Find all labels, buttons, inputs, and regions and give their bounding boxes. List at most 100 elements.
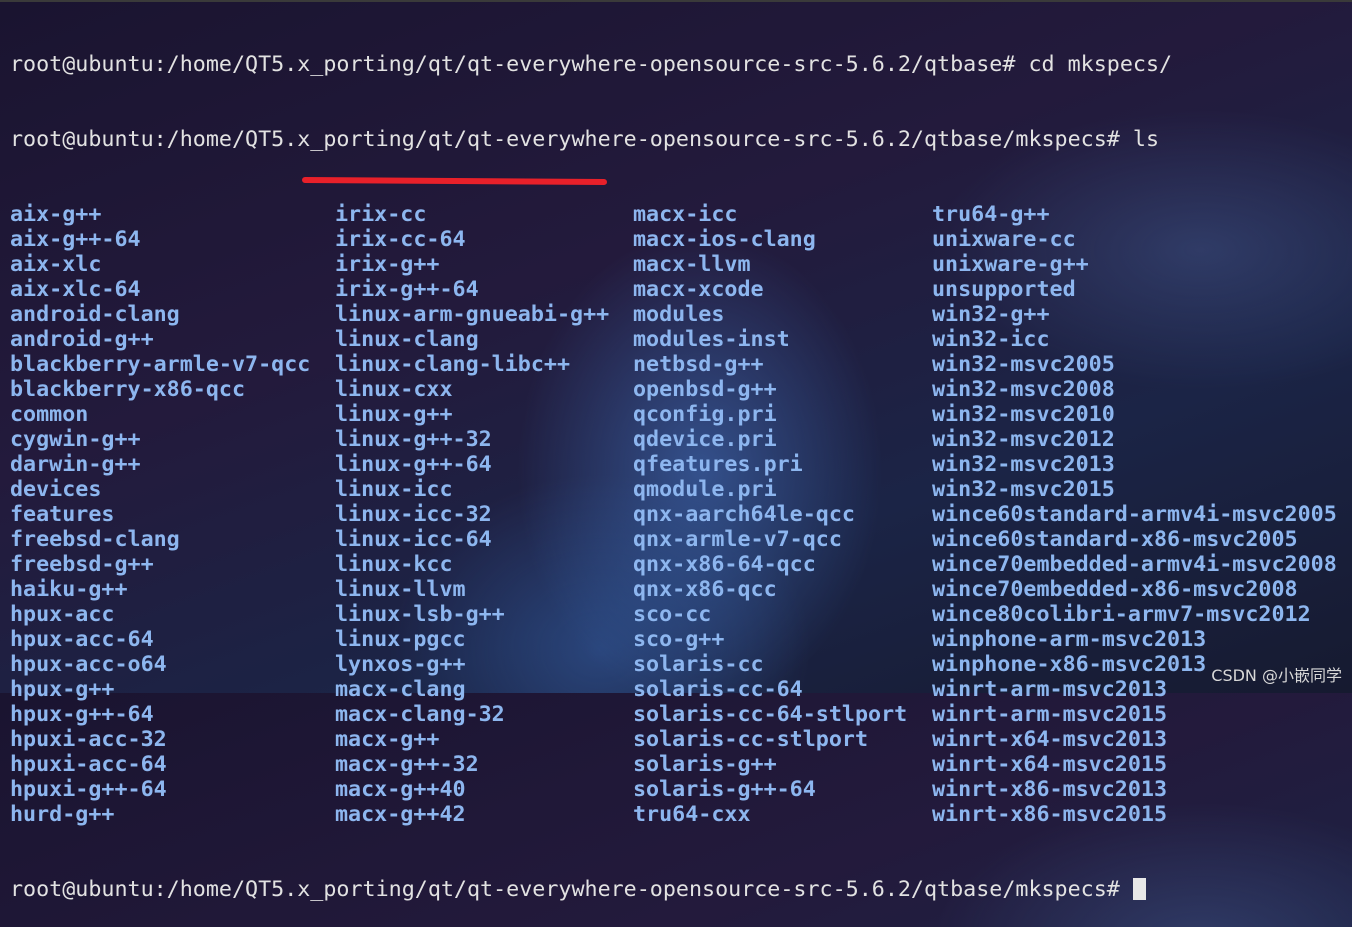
ls-entry: hpux-acc-64 xyxy=(10,627,154,652)
ls-entry: sco-g++ xyxy=(633,627,725,652)
ls-row: freebsd-clang linux-icc-64 qnx-armle-v7-qc… xyxy=(10,527,1352,552)
ls-row: hpuxi-acc-64 macx-g++-32 solaris-g++ winrt-… xyxy=(10,752,1352,777)
ls-row: hpux-acc-64 linux-pgcc sco-g++ winphone-arm… xyxy=(10,627,1352,652)
ls-entry: qconfig.pri xyxy=(633,402,777,427)
ls-entry: hpux-acc-o64 xyxy=(10,652,167,677)
ls-entry: hurd-g++ xyxy=(10,802,115,827)
ls-row: blackberry-armle-v7-qcc linux-clang-libc+… xyxy=(10,352,1352,377)
ls-entry: aix-xlc-64 xyxy=(10,277,141,302)
ls-entry: wince60standard-x86-msvc2005 xyxy=(932,527,1298,552)
ls-entry: aix-xlc xyxy=(10,252,102,277)
ls-row: cygwin-g++ linux-g++-32 qdevice.pri win32-m… xyxy=(10,427,1352,452)
ls-entry: win32-msvc2012 xyxy=(932,427,1115,452)
ls-entry: solaris-g++-64 xyxy=(633,777,816,802)
ls-entry: linux-lsb-g++ xyxy=(335,602,505,627)
ls-entry: irix-g++ xyxy=(335,252,440,277)
ls-entry: hpuxi-acc-64 xyxy=(10,752,167,777)
ls-entry: qnx-armle-v7-qcc xyxy=(633,527,842,552)
ls-entry: macx-xcode xyxy=(633,277,764,302)
ls-entry: modules-inst xyxy=(633,327,790,352)
ls-entry: lynxos-g++ xyxy=(335,652,466,677)
ls-entry: winrt-x86-msvc2013 xyxy=(932,777,1168,802)
ls-row: android-clang linux-arm-gnueabi-g++ module… xyxy=(10,302,1352,327)
ls-entry: qfeatures.pri xyxy=(633,452,803,477)
ls-entry: features xyxy=(10,502,115,527)
ls-entry: macx-g++-32 xyxy=(335,752,479,777)
ls-entry: macx-clang-32 xyxy=(335,702,505,727)
ls-entry: cygwin-g++ xyxy=(10,427,141,452)
ls-entry: linux-cxx xyxy=(335,377,453,402)
ls-row: features linux-icc-32 qnx-aarch64le-qcc win… xyxy=(10,502,1352,527)
ls-entry: hpux-g++-64 xyxy=(10,702,154,727)
ls-row: haiku-g++ linux-llvm qnx-x86-qcc wince70emb… xyxy=(10,577,1352,602)
terminal-output[interactable]: root@ubuntu:/home/QT5.x_porting/qt/qt-ev… xyxy=(10,2,1352,927)
ls-entry: hpux-g++ xyxy=(10,677,115,702)
ls-row: hurd-g++ macx-g++42 tru64-cxx winrt-x86-msv… xyxy=(10,802,1352,827)
ls-row: devices linux-icc qmodule.pri win32-msvc201… xyxy=(10,477,1352,502)
ls-entry: blackberry-armle-v7-qcc xyxy=(10,352,311,377)
ls-entry: unixware-cc xyxy=(932,227,1076,252)
ls-row: common linux-g++ qconfig.pri win32-msvc2010 xyxy=(10,402,1352,427)
ls-entry: hpux-acc xyxy=(10,602,115,627)
ls-row: hpux-acc linux-lsb-g++ sco-cc wince80colibr… xyxy=(10,602,1352,627)
ls-entry: hpuxi-g++-64 xyxy=(10,777,167,802)
ls-entry: winrt-x86-msvc2015 xyxy=(932,802,1168,827)
text-cursor xyxy=(1132,878,1146,900)
ls-entry: linux-clang xyxy=(335,327,479,352)
ls-row: aix-xlc-64 irix-g++-64 macx-xcode unsupport… xyxy=(10,277,1352,302)
ls-entry: win32-g++ xyxy=(932,302,1050,327)
ls-row: android-g++ linux-clang modules-inst win32-… xyxy=(10,327,1352,352)
ls-entry: linux-g++-64 xyxy=(335,452,492,477)
ls-entry: linux-pgcc xyxy=(335,627,466,652)
ls-entry: macx-g++ xyxy=(335,727,440,752)
ls-entry: android-clang xyxy=(10,302,180,327)
ls-entry: darwin-g++ xyxy=(10,452,141,477)
prompt-line-cd: root@ubuntu:/home/QT5.x_porting/qt/qt-ev… xyxy=(10,52,1173,77)
ls-entry: unixware-g++ xyxy=(932,252,1089,277)
ls-entry: linux-kcc xyxy=(335,552,453,577)
ls-entry: freebsd-clang xyxy=(10,527,180,552)
ls-entry: haiku-g++ xyxy=(10,577,128,602)
ls-entry: irix-g++-64 xyxy=(335,277,479,302)
ls-entry: modules xyxy=(633,302,725,327)
ls-entry: irix-cc xyxy=(335,202,427,227)
ls-entry: freebsd-g++ xyxy=(10,552,154,577)
ls-entry: linux-clang-libc++ xyxy=(335,352,571,377)
ls-row: hpux-acc-o64 lynxos-g++ solaris-cc winphone… xyxy=(10,652,1352,677)
prompt-line-current[interactable]: root@ubuntu:/home/QT5.x_porting/qt/qt-ev… xyxy=(10,877,1352,902)
ls-entry: win32-icc xyxy=(932,327,1050,352)
ls-entry: linux-g++ xyxy=(335,402,453,427)
ls-entry: wince60standard-armv4i-msvc2005 xyxy=(932,502,1337,527)
ls-entry: solaris-cc xyxy=(633,652,764,677)
ls-row: darwin-g++ linux-g++-64 qfeatures.pri win32… xyxy=(10,452,1352,477)
ls-entry: qnx-x86-64-qcc xyxy=(633,552,816,577)
ls-listing: aix-g++ irix-cc macx-icc tru64-g++ aix-g++-6… xyxy=(10,202,1352,827)
ls-entry: winrt-arm-msvc2015 xyxy=(932,702,1168,727)
ls-entry: solaris-cc-stlport xyxy=(633,727,869,752)
ls-entry: solaris-g++ xyxy=(633,752,777,777)
ls-entry: macx-ios-clang xyxy=(633,227,816,252)
ls-entry: hpuxi-acc-32 xyxy=(10,727,167,752)
ls-row: aix-xlc irix-g++ macx-llvm unixware-g++ xyxy=(10,252,1352,277)
ls-entry: android-g++ xyxy=(10,327,154,352)
ls-entry: irix-cc-64 xyxy=(335,227,466,252)
ls-entry: macx-llvm xyxy=(633,252,751,277)
ls-entry: macx-clang xyxy=(335,677,466,702)
ls-entry: linux-g++-32 xyxy=(335,427,492,452)
ls-entry: solaris-cc-64-stlport xyxy=(633,702,908,727)
ls-entry: common xyxy=(10,402,89,427)
prompt-text: root@ubuntu:/home/QT5.x_porting/qt/qt-ev… xyxy=(10,877,1133,902)
ls-row: aix-g++ irix-cc macx-icc tru64-g++ xyxy=(10,202,1352,227)
ls-entry: linux-llvm xyxy=(335,577,466,602)
ls-row: hpuxi-g++-64 macx-g++40 solaris-g++-64 winr… xyxy=(10,777,1352,802)
ls-row: blackberry-x86-qcc linux-cxx openbsd-g++ wi… xyxy=(10,377,1352,402)
watermark: CSDN @小嵌同学 xyxy=(1211,666,1342,685)
ls-entry: win32-msvc2005 xyxy=(932,352,1115,377)
ls-entry: winrt-x64-msvc2013 xyxy=(932,727,1168,752)
ls-entry: tru64-g++ xyxy=(932,202,1050,227)
ls-entry: unsupported xyxy=(932,277,1076,302)
ls-row: hpux-g++ macx-clang solaris-cc-64 winrt-arm… xyxy=(10,677,1352,702)
ls-entry: winrt-x64-msvc2015 xyxy=(932,752,1168,777)
prompt-line-ls: root@ubuntu:/home/QT5.x_porting/qt/qt-ev… xyxy=(10,127,1160,152)
ls-entry: win32-msvc2010 xyxy=(932,402,1115,427)
